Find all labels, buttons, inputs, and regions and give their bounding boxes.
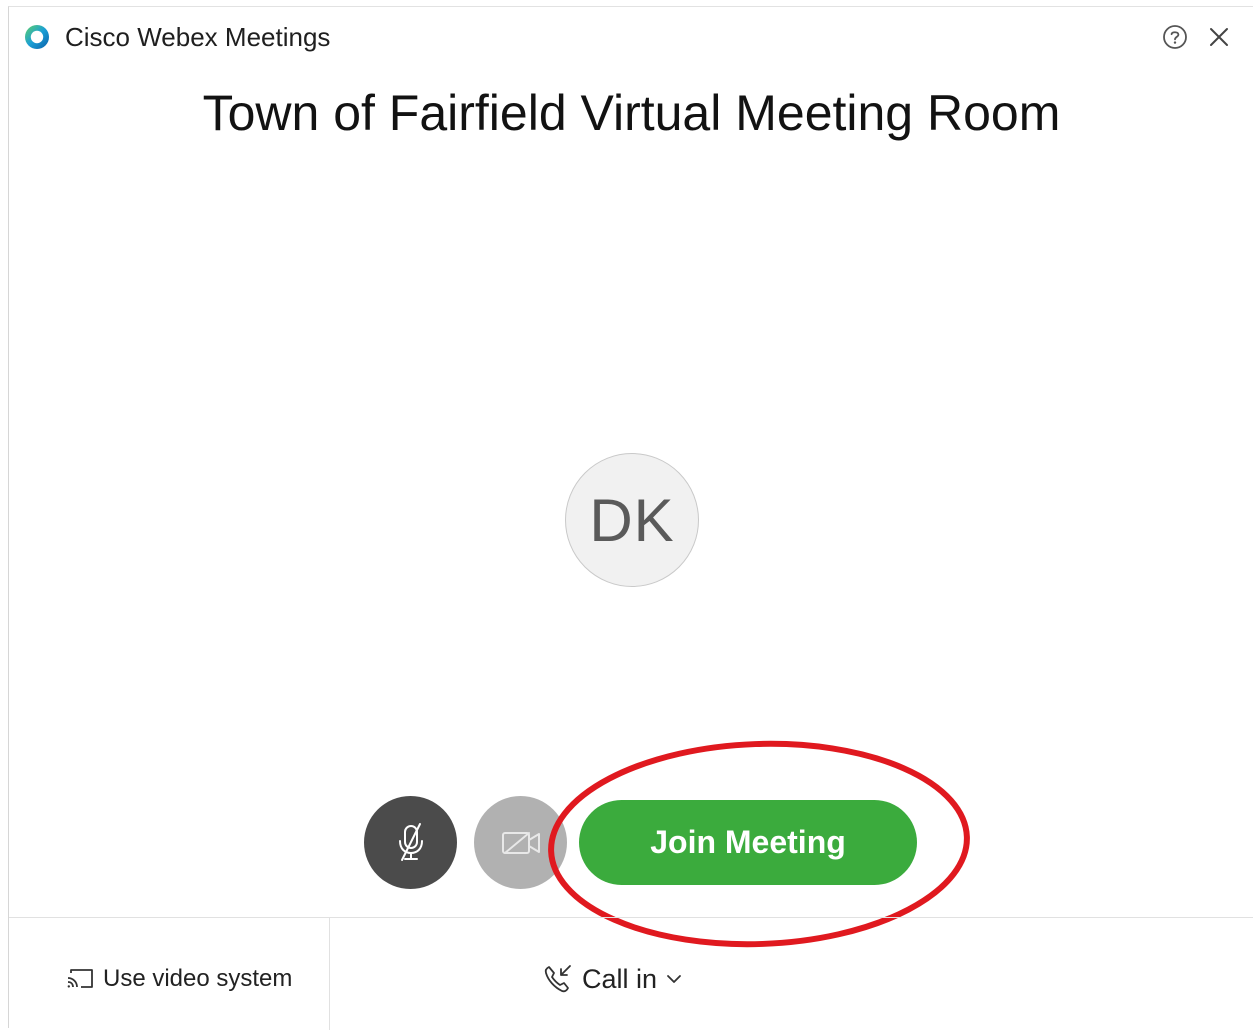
mute-button[interactable]: [364, 796, 457, 889]
webex-logo-icon: [25, 25, 49, 49]
webex-join-window: Cisco Webex Meetings Town of Fairfield V…: [8, 6, 1253, 1030]
join-meeting-button[interactable]: Join Meeting: [579, 800, 917, 885]
phone-incoming-icon: [544, 965, 571, 993]
close-button[interactable]: [1205, 23, 1233, 51]
cast-icon: [67, 969, 93, 988]
help-button[interactable]: [1161, 23, 1189, 51]
footer-divider: [329, 918, 330, 1030]
use-video-system-button[interactable]: Use video system: [65, 964, 292, 994]
chevron-down-icon: [667, 975, 681, 983]
avatar: DK: [565, 453, 699, 587]
title-bar: Cisco Webex Meetings: [9, 7, 1253, 67]
meeting-title: Town of Fairfield Virtual Meeting Room: [202, 85, 1061, 141]
call-in-button[interactable]: Call in: [542, 962, 683, 996]
microphone-muted-icon: [398, 822, 423, 861]
call-in-label: Call in: [582, 963, 658, 994]
app-title: Cisco Webex Meetings: [65, 22, 331, 52]
use-video-system-label: Use video system: [103, 965, 293, 992]
avatar-initials: DK: [589, 486, 675, 554]
help-icon: [1163, 25, 1187, 49]
video-button[interactable]: [474, 796, 567, 889]
footer-bar: Use video system Call in: [9, 917, 1253, 1030]
video-off-icon: [501, 831, 540, 854]
close-icon: [1210, 28, 1228, 46]
